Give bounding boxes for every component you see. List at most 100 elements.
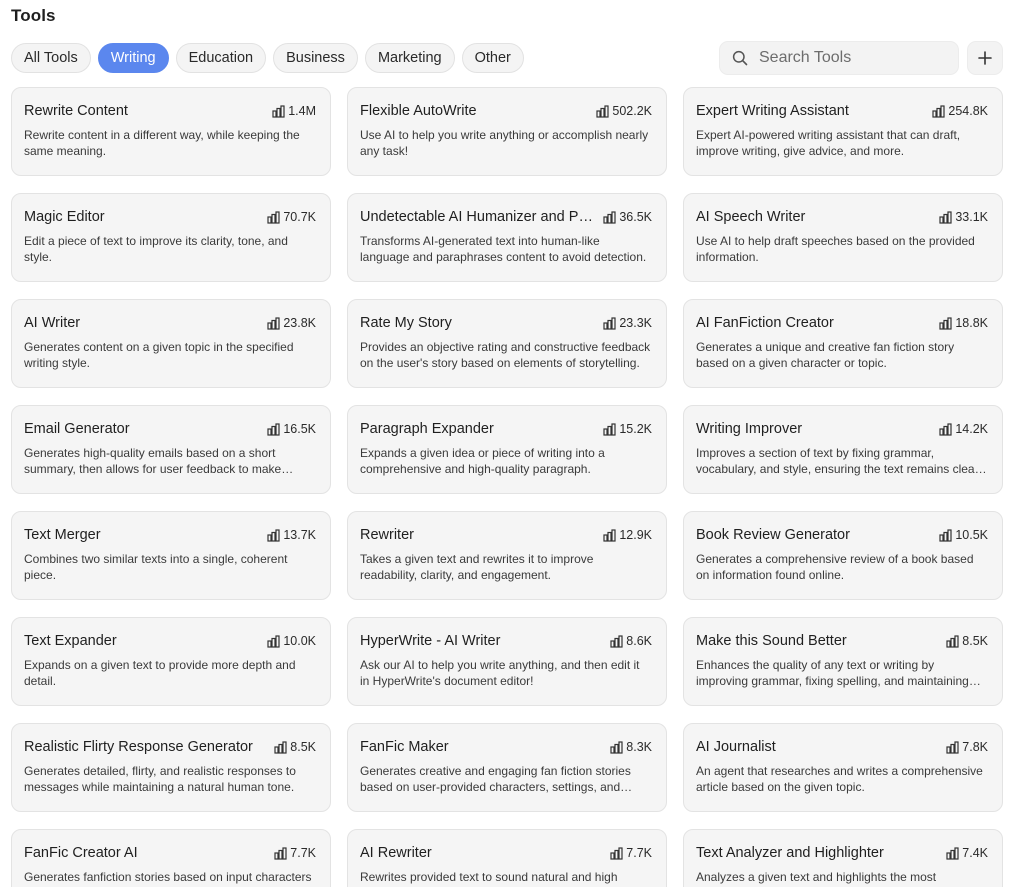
category-filters: All Tools Writing Education Business Marketi… bbox=[11, 43, 524, 73]
usage-count-value: 1.4M bbox=[288, 104, 316, 118]
tool-card[interactable]: AI FanFiction Creator 18.8K Generates a un… bbox=[683, 299, 1003, 388]
usage-count-value: 70.7K bbox=[283, 210, 316, 224]
tool-title: AI Speech Writer bbox=[696, 209, 806, 225]
usage-count-value: 8.5K bbox=[290, 740, 316, 754]
tool-usage-count: 7.8K bbox=[946, 740, 988, 754]
tool-card[interactable]: AI Speech Writer 33.1K Use AI to help draf… bbox=[683, 193, 1003, 282]
filter-business[interactable]: Business bbox=[273, 43, 358, 73]
tool-usage-count: 23.3K bbox=[603, 316, 652, 330]
tool-card[interactable]: Rewriter 12.9K Takes a given text and rewr… bbox=[347, 511, 667, 600]
tool-card[interactable]: Book Review Generator 10.5K Generates a co… bbox=[683, 511, 1003, 600]
tool-title: Rewriter bbox=[360, 527, 414, 543]
tool-card[interactable]: Realistic Flirty Response Generator 8.5K G… bbox=[11, 723, 331, 812]
tool-title: Flexible AutoWrite bbox=[360, 103, 477, 119]
usage-count-value: 36.5K bbox=[619, 210, 652, 224]
tool-usage-count: 18.8K bbox=[939, 316, 988, 330]
tool-card[interactable]: AI Rewriter 7.7K Rewrites provided text to… bbox=[347, 829, 667, 887]
tool-description: Expands on a given text to provide more … bbox=[24, 658, 296, 688]
tool-card[interactable]: Undetectable AI Humanizer and Paraphrase… bbox=[347, 193, 667, 282]
tool-card-header: AI Speech Writer 33.1K bbox=[696, 207, 988, 227]
tool-card[interactable]: Text Expander 10.0K Expands on a given tex… bbox=[11, 617, 331, 706]
tool-title: AI Writer bbox=[24, 315, 81, 331]
tool-card[interactable]: FanFic Maker 8.3K Generates creative and e… bbox=[347, 723, 667, 812]
usage-count-value: 10.0K bbox=[283, 634, 316, 648]
search-input[interactable] bbox=[757, 48, 951, 68]
tool-usage-count: 33.1K bbox=[939, 210, 988, 224]
tool-card[interactable]: Rate My Story 23.3K Provides an objective … bbox=[347, 299, 667, 388]
filter-all-tools[interactable]: All Tools bbox=[11, 43, 91, 73]
tool-usage-count: 23.8K bbox=[267, 316, 316, 330]
tool-usage-count: 8.5K bbox=[274, 740, 316, 754]
usage-count-value: 23.8K bbox=[283, 316, 316, 330]
tool-usage-count: 14.2K bbox=[939, 422, 988, 436]
tool-card-header: Text Analyzer and Highlighter 7.4K bbox=[696, 843, 988, 863]
tool-usage-count: 36.5K bbox=[603, 210, 652, 224]
bar-chart-icon bbox=[274, 740, 287, 754]
tool-title: FanFic Creator AI bbox=[24, 845, 138, 861]
tool-card[interactable]: HyperWrite - AI Writer 8.6K Ask our AI to … bbox=[347, 617, 667, 706]
tool-usage-count: 70.7K bbox=[267, 210, 316, 224]
tool-description: Takes a given text and rewrites it to im… bbox=[360, 552, 594, 582]
usage-count-value: 7.7K bbox=[626, 846, 652, 860]
tool-title: Text Merger bbox=[24, 527, 101, 543]
tool-card[interactable]: Email Generator 16.5K Generates high-quali… bbox=[11, 405, 331, 494]
tool-description: Analyzes a given text and highlights the… bbox=[696, 870, 937, 887]
search-icon bbox=[732, 50, 748, 66]
search-box[interactable] bbox=[719, 41, 959, 75]
tool-title: Paragraph Expander bbox=[360, 421, 494, 437]
tool-usage-count: 12.9K bbox=[603, 528, 652, 542]
usage-count-value: 254.8K bbox=[948, 104, 988, 118]
bar-chart-icon bbox=[603, 422, 616, 436]
tool-card-header: Undetectable AI Humanizer and Paraphrase… bbox=[360, 207, 652, 227]
tool-description: Combines two similar texts into a single… bbox=[24, 552, 288, 582]
tool-description: Generates creative and engaging fan fict… bbox=[360, 764, 631, 794]
tool-title: Magic Editor bbox=[24, 209, 105, 225]
tool-usage-count: 8.3K bbox=[610, 740, 652, 754]
usage-count-value: 18.8K bbox=[955, 316, 988, 330]
tool-card-header: AI Writer 23.8K bbox=[24, 313, 316, 333]
tool-usage-count: 7.4K bbox=[946, 846, 988, 860]
bar-chart-icon bbox=[603, 316, 616, 330]
tool-card[interactable]: Flexible AutoWrite 502.2K Use AI to help y… bbox=[347, 87, 667, 176]
filter-other[interactable]: Other bbox=[461, 43, 524, 73]
tool-card[interactable]: Make this Sound Better 8.5K Enhances the q… bbox=[683, 617, 1003, 706]
add-tool-button[interactable] bbox=[967, 41, 1003, 75]
tool-card-header: Paragraph Expander 15.2K bbox=[360, 419, 652, 439]
tool-description: Rewrite content in a different way, whil… bbox=[24, 128, 300, 158]
tool-usage-count: 1.4M bbox=[272, 104, 316, 118]
bar-chart-icon bbox=[267, 422, 280, 436]
tool-card[interactable]: AI Journalist 7.8K An agent that researche… bbox=[683, 723, 1003, 812]
tool-description: Generates fanfiction stories based on in… bbox=[24, 870, 312, 887]
bar-chart-icon bbox=[267, 528, 280, 542]
tool-card[interactable]: Rewrite Content 1.4M Rewrite content in a … bbox=[11, 87, 331, 176]
tool-card-header: Writing Improver 14.2K bbox=[696, 419, 988, 439]
tool-card[interactable]: Magic Editor 70.7K Edit a piece of text to… bbox=[11, 193, 331, 282]
usage-count-value: 8.5K bbox=[962, 634, 988, 648]
tool-usage-count: 7.7K bbox=[274, 846, 316, 860]
tool-title: AI FanFiction Creator bbox=[696, 315, 834, 331]
tool-card[interactable]: AI Writer 23.8K Generates content on a giv… bbox=[11, 299, 331, 388]
bar-chart-icon bbox=[610, 740, 623, 754]
tool-card[interactable]: Paragraph Expander 15.2K Expands a given i… bbox=[347, 405, 667, 494]
tool-description: Expands a given idea or piece of writing… bbox=[360, 446, 605, 476]
tool-description: An agent that researches and writes a co… bbox=[696, 764, 983, 794]
tool-card-header: Rewrite Content 1.4M bbox=[24, 101, 316, 121]
bar-chart-icon bbox=[939, 210, 952, 224]
filter-marketing[interactable]: Marketing bbox=[364, 43, 455, 73]
tool-card-header: Flexible AutoWrite 502.2K bbox=[360, 101, 652, 121]
tool-title: Realistic Flirty Response Generator bbox=[24, 739, 253, 755]
tool-card[interactable]: Writing Improver 14.2K Improves a section … bbox=[683, 405, 1003, 494]
tool-card[interactable]: Text Merger 13.7K Combines two similar tex… bbox=[11, 511, 331, 600]
usage-count-value: 33.1K bbox=[955, 210, 988, 224]
tool-title: Writing Improver bbox=[696, 421, 803, 437]
filter-writing[interactable]: Writing bbox=[97, 43, 169, 73]
tool-card[interactable]: Text Analyzer and Highlighter 7.4K Analyze… bbox=[683, 829, 1003, 887]
tool-description: Transforms AI-generated text into human-… bbox=[360, 234, 647, 264]
tool-card[interactable]: FanFic Creator AI 7.7K Generates fanfictio… bbox=[11, 829, 331, 887]
tool-card[interactable]: Expert Writing Assistant 254.8K Expert AI-… bbox=[683, 87, 1003, 176]
tool-description: Generates a unique and creative fan fict… bbox=[696, 340, 955, 370]
usage-count-value: 10.5K bbox=[955, 528, 988, 542]
tool-title: Email Generator bbox=[24, 421, 130, 437]
filter-education[interactable]: Education bbox=[175, 43, 267, 73]
tool-usage-count: 10.5K bbox=[939, 528, 988, 542]
